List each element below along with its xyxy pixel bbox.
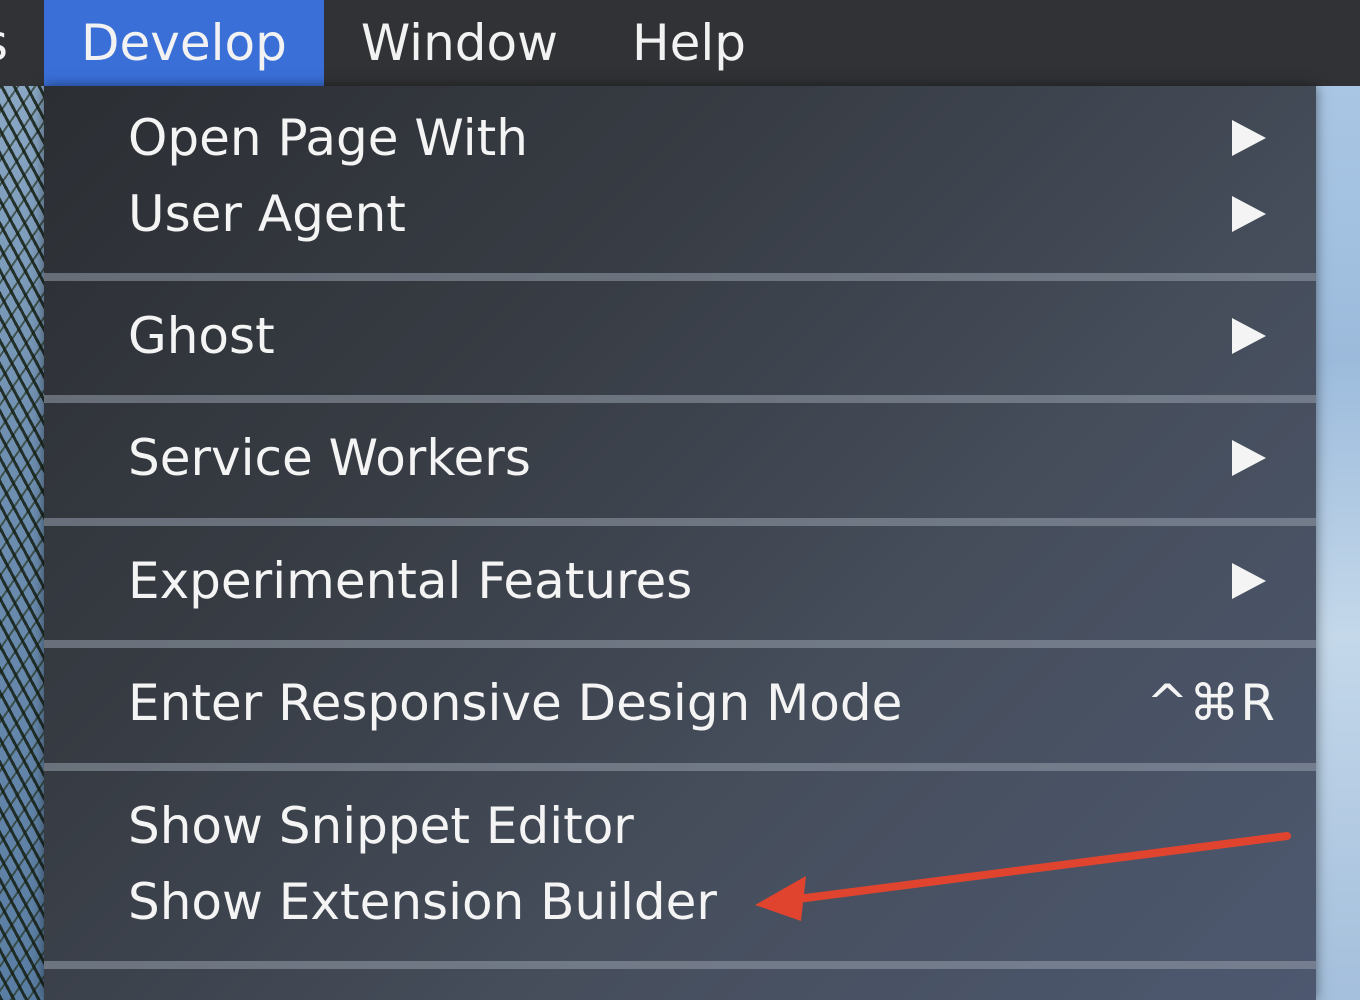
- menu-separator: [44, 640, 1316, 648]
- submenu-arrow-icon: [1232, 440, 1266, 476]
- submenu-arrow-icon: [1232, 196, 1266, 232]
- menu-item-open-page-with[interactable]: Open Page With: [44, 100, 1316, 176]
- menubar-item-help[interactable]: Help: [595, 0, 783, 86]
- menubar-item-window[interactable]: Window: [324, 0, 595, 86]
- menu-item-label: Ghost: [128, 307, 275, 365]
- desktop-background-left: [0, 86, 46, 1000]
- desktop-background-right: [1316, 86, 1360, 1000]
- menu-item-show-extension-builder[interactable]: Show Extension Builder: [44, 864, 1316, 940]
- menu-separator: [44, 961, 1316, 969]
- submenu-arrow-icon: [1232, 318, 1266, 354]
- menu-item-label: Enter Responsive Design Mode: [128, 674, 903, 732]
- menu-item-responsive-design-mode[interactable]: Enter Responsive Design Mode ^⌘R: [44, 665, 1316, 741]
- menu-item-label: Experimental Features: [128, 552, 693, 610]
- menu-item-experimental-features[interactable]: Experimental Features: [44, 543, 1316, 619]
- menu-item-label: Open Page With: [128, 109, 528, 167]
- menu-item-show-snippet-editor[interactable]: Show Snippet Editor: [44, 788, 1316, 864]
- develop-dropdown-menu: Open Page With User Agent Ghost Service …: [44, 86, 1316, 1000]
- menu-item-service-workers[interactable]: Service Workers: [44, 420, 1316, 496]
- keyboard-shortcut: ^⌘R: [1146, 674, 1276, 732]
- menu-separator: [44, 518, 1316, 526]
- menubar-item-partial[interactable]: s: [0, 0, 44, 86]
- menu-item-label: Show Snippet Editor: [128, 797, 634, 855]
- menu-item-ghost[interactable]: Ghost: [44, 298, 1316, 374]
- menu-item-user-agent[interactable]: User Agent: [44, 176, 1316, 252]
- submenu-arrow-icon: [1232, 563, 1266, 599]
- menu-separator: [44, 395, 1316, 403]
- submenu-arrow-icon: [1232, 120, 1266, 156]
- menu-separator: [44, 273, 1316, 281]
- menubar-item-develop[interactable]: Develop: [44, 0, 324, 86]
- menu-item-label: User Agent: [128, 185, 406, 243]
- menu-separator: [44, 763, 1316, 771]
- menu-item-label: Service Workers: [128, 429, 531, 487]
- menu-bar: s Develop Window Help: [0, 0, 1360, 86]
- menu-item-label: Show Extension Builder: [128, 873, 717, 931]
